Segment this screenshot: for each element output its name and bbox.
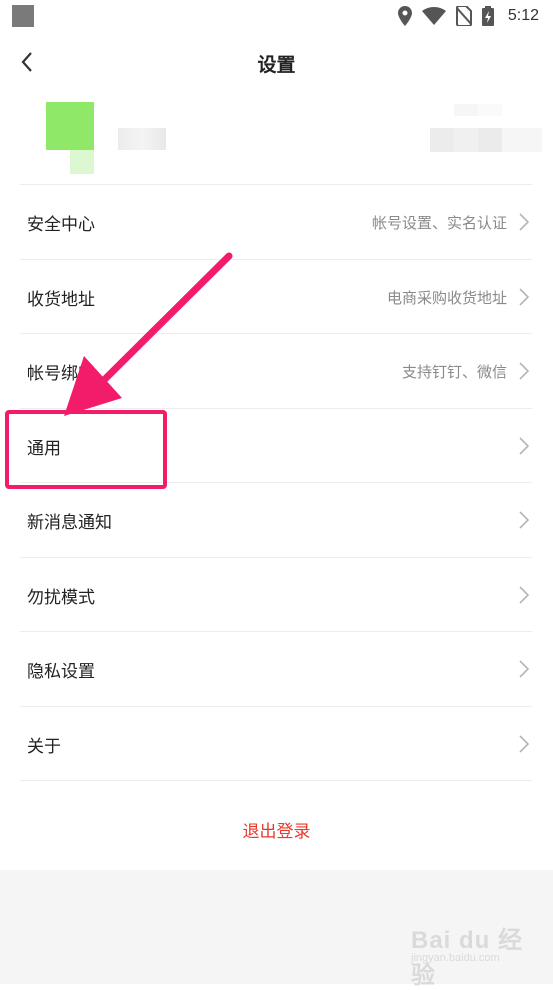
profile-name-blurred bbox=[118, 128, 166, 150]
menu-item-new-message-notification[interactable]: 新消息通知 bbox=[0, 483, 553, 557]
status-bar: 5:12 bbox=[0, 0, 553, 34]
menu-item-account-binding[interactable]: 帐号绑定 支持钉钉、微信 bbox=[0, 334, 553, 408]
menu-item-label: 勿扰模式 bbox=[27, 588, 95, 608]
chevron-right-icon bbox=[519, 586, 529, 604]
watermark-url: jingyan.baidu.com bbox=[411, 952, 500, 964]
clock: 5:12 bbox=[507, 7, 539, 24]
app-header: 设置 bbox=[0, 34, 553, 90]
annotation-highlight-box bbox=[5, 410, 167, 489]
chevron-right-icon bbox=[519, 511, 529, 529]
chevron-right-icon bbox=[519, 735, 529, 753]
avatar-block bbox=[70, 150, 94, 174]
menu-item-label: 收货地址 bbox=[27, 290, 95, 310]
profile-card[interactable] bbox=[0, 90, 553, 184]
menu-item-do-not-disturb[interactable]: 勿扰模式 bbox=[0, 558, 553, 632]
chevron-right-icon bbox=[519, 437, 529, 455]
menu-item-label: 新消息通知 bbox=[27, 513, 112, 533]
chevron-right-icon bbox=[519, 288, 529, 306]
app-icon bbox=[12, 5, 34, 27]
menu-item-subtitle: 帐号设置、实名认证 bbox=[371, 214, 507, 232]
no-sim-icon bbox=[455, 6, 472, 26]
logout-label: 退出登录 bbox=[242, 822, 311, 842]
wifi-icon bbox=[421, 7, 446, 25]
menu-item-about[interactable]: 关于 bbox=[0, 707, 553, 781]
menu-item-shipping-address[interactable]: 收货地址 电商采购收货地址 bbox=[0, 260, 553, 334]
chevron-right-icon bbox=[519, 660, 529, 678]
profile-id-blurred bbox=[430, 104, 542, 152]
menu-item-security-center[interactable]: 安全中心 帐号设置、实名认证 bbox=[0, 185, 553, 259]
menu-item-subtitle: 电商采购收货地址 bbox=[386, 289, 507, 307]
menu-item-privacy-settings[interactable]: 隐私设置 bbox=[0, 632, 553, 706]
page-title: 设置 bbox=[257, 54, 296, 76]
watermark: Bai du 经验 jingyan.baidu.com bbox=[411, 920, 541, 989]
avatar[interactable] bbox=[46, 102, 94, 174]
menu-item-subtitle: 支持钉钉、微信 bbox=[401, 363, 507, 381]
battery-charging-icon bbox=[481, 6, 494, 26]
logout-button[interactable]: 退出登录 bbox=[0, 780, 553, 870]
menu-item-label: 关于 bbox=[27, 737, 61, 757]
avatar-block bbox=[46, 102, 94, 150]
status-icons: 5:12 bbox=[397, 5, 539, 27]
location-icon bbox=[397, 6, 412, 26]
chevron-right-icon bbox=[519, 362, 529, 380]
menu-item-label: 帐号绑定 bbox=[27, 364, 95, 384]
chevron-right-icon bbox=[519, 213, 529, 231]
menu-item-label: 隐私设置 bbox=[27, 662, 95, 682]
menu-item-label: 安全中心 bbox=[27, 215, 95, 235]
